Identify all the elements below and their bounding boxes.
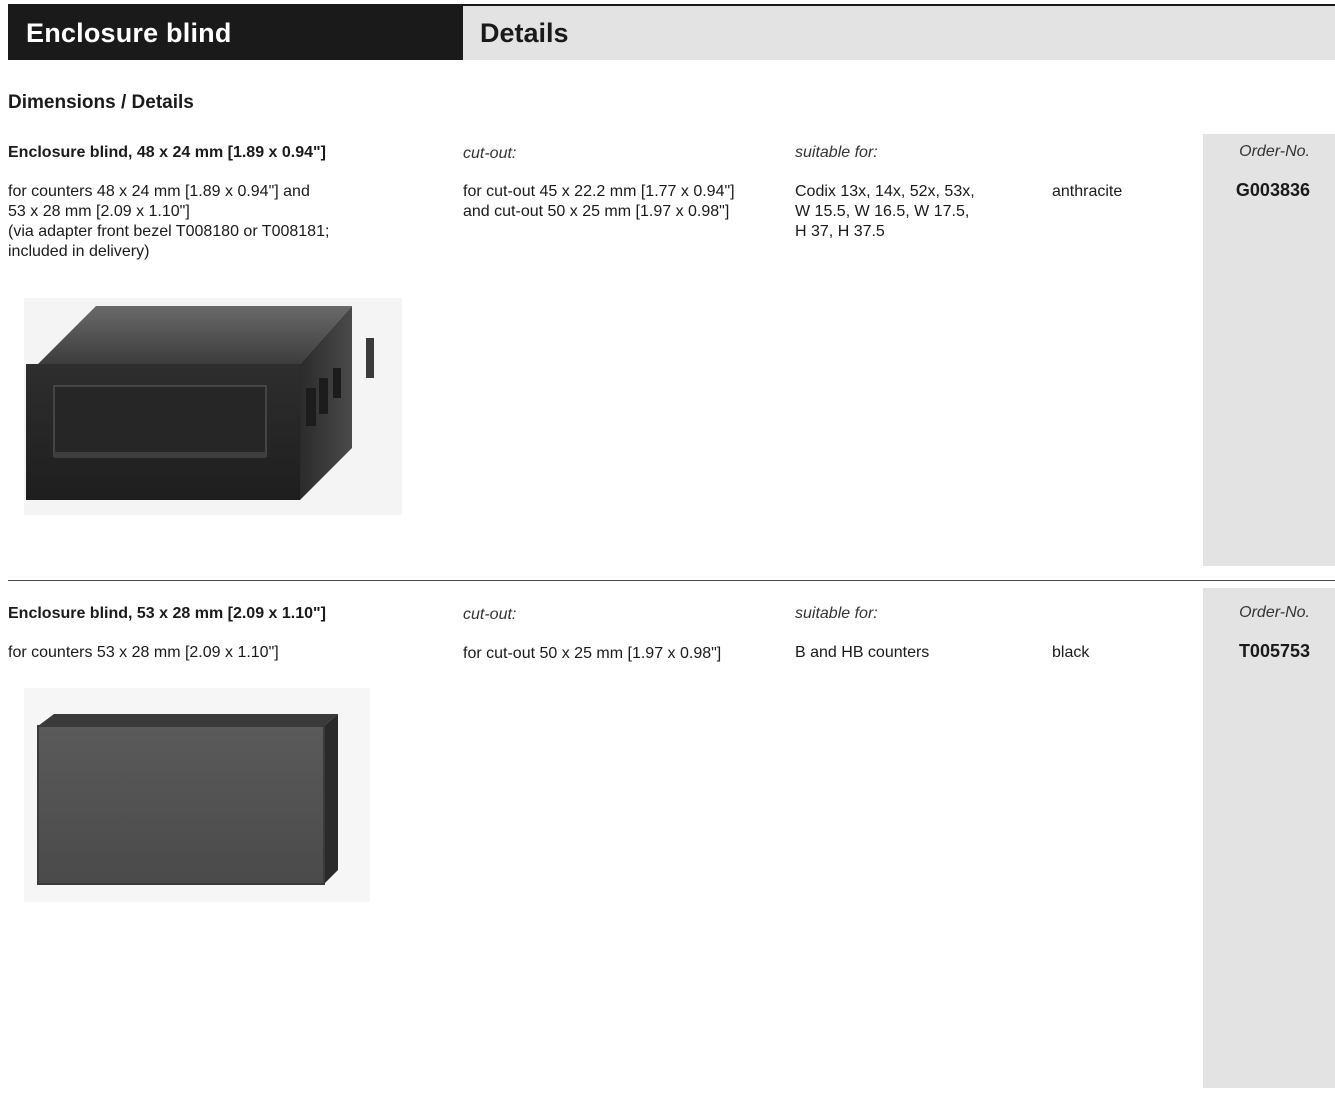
product-title: Enclosure blind, 48 x 24 mm [1.89 x 0.94… <box>8 144 326 161</box>
page-title: Enclosure blind <box>8 6 463 60</box>
cutout-label: cut-out: <box>463 145 517 162</box>
color-value: black <box>1052 644 1090 661</box>
order-number: T005753 <box>1238 641 1310 661</box>
cutout-label: cut-out: <box>463 606 517 623</box>
enclosure-blind-photo-1 <box>24 298 402 515</box>
enclosure-blind-photo-2 <box>24 688 370 902</box>
suitable-label: suitable for: <box>795 605 878 622</box>
order-column-panel-2 <box>1203 588 1335 1088</box>
row-divider <box>8 580 1335 581</box>
section-title: Dimensions / Details <box>8 92 194 113</box>
product-description: for counters 53 x 28 mm [2.09 x 1.10"] <box>8 644 279 661</box>
product-image <box>24 688 370 902</box>
header-details-title: Details <box>463 6 1335 60</box>
cutout-value: for cut-out 50 x 25 mm [1.97 x 0.98"] <box>463 645 722 662</box>
product-image <box>24 298 402 515</box>
product-description: for counters 48 x 24 mm [1.89 x 0.94"] a… <box>8 183 330 260</box>
order-label: Order-No. <box>1239 604 1310 621</box>
suitable-value: Codix 13x, 14x, 52x, 53x, W 15.5, W 16.5… <box>795 183 975 240</box>
order-label: Order-No. <box>1239 143 1310 160</box>
suitable-value: B and HB counters <box>795 644 930 661</box>
order-number: G003836 <box>1235 180 1310 200</box>
cutout-value: for cut-out 45 x 22.2 mm [1.77 x 0.94"] … <box>463 183 735 220</box>
color-value: anthracite <box>1052 183 1123 200</box>
product-title: Enclosure blind, 53 x 28 mm [2.09 x 1.10… <box>8 605 326 622</box>
suitable-label: suitable for: <box>795 144 878 161</box>
